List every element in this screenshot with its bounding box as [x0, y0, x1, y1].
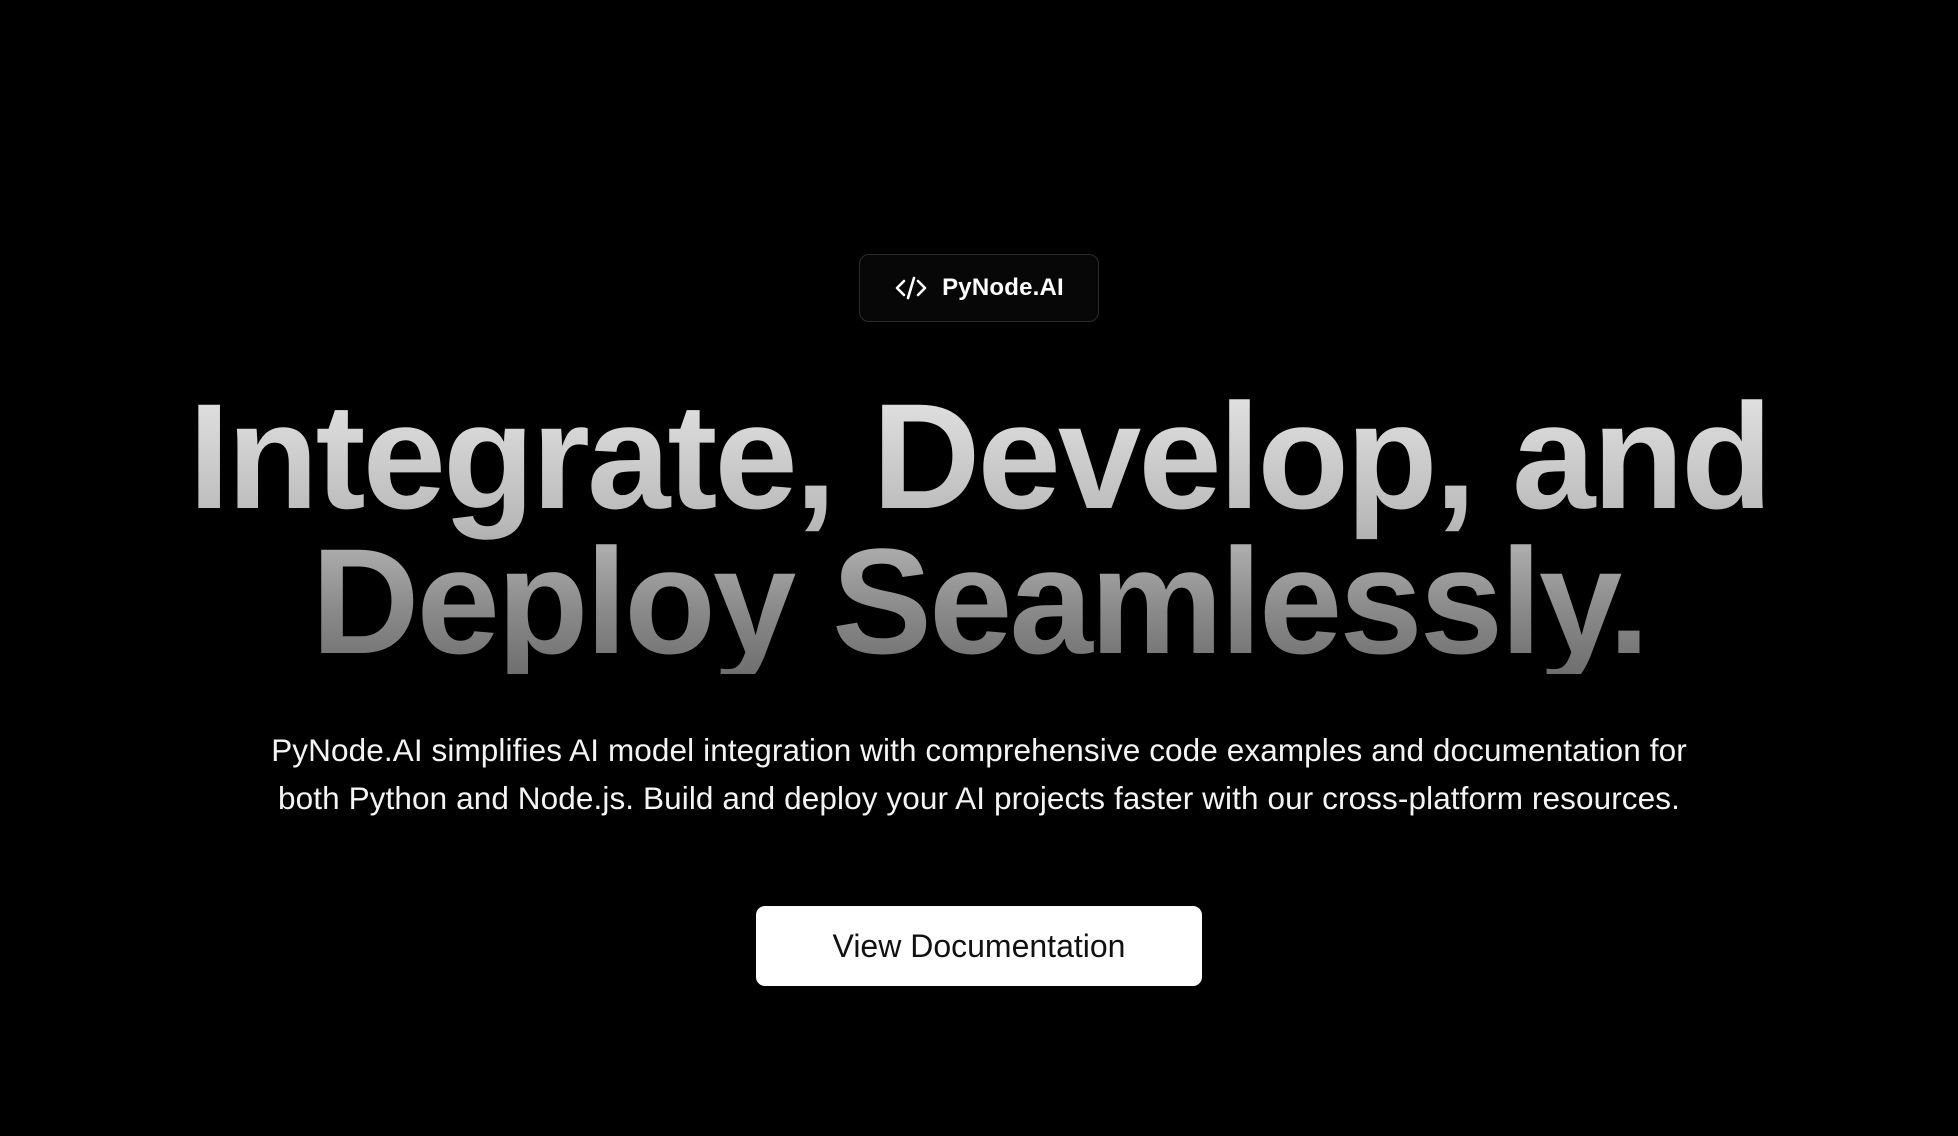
hero-section: PyNode.AI Integrate, Develop, and Deploy… [0, 0, 1958, 1136]
brand-badge[interactable]: PyNode.AI [859, 254, 1099, 322]
hero-headline: Integrate, Develop, and Deploy Seamlessl… [188, 384, 1769, 674]
headline-line-1: Integrate, Develop, and [188, 372, 1770, 540]
headline-line-2: Deploy Seamlessly. [311, 517, 1647, 685]
view-documentation-button[interactable]: View Documentation [756, 906, 1202, 986]
hero-subtitle: PyNode.AI simplifies AI model integratio… [199, 726, 1759, 822]
subtitle-line-2: both Python and Node.js. Build and deplo… [278, 780, 1680, 816]
subtitle-line-1: PyNode.AI simplifies AI model integratio… [271, 732, 1687, 768]
code-icon [894, 273, 928, 303]
brand-name: PyNode.AI [942, 274, 1064, 301]
